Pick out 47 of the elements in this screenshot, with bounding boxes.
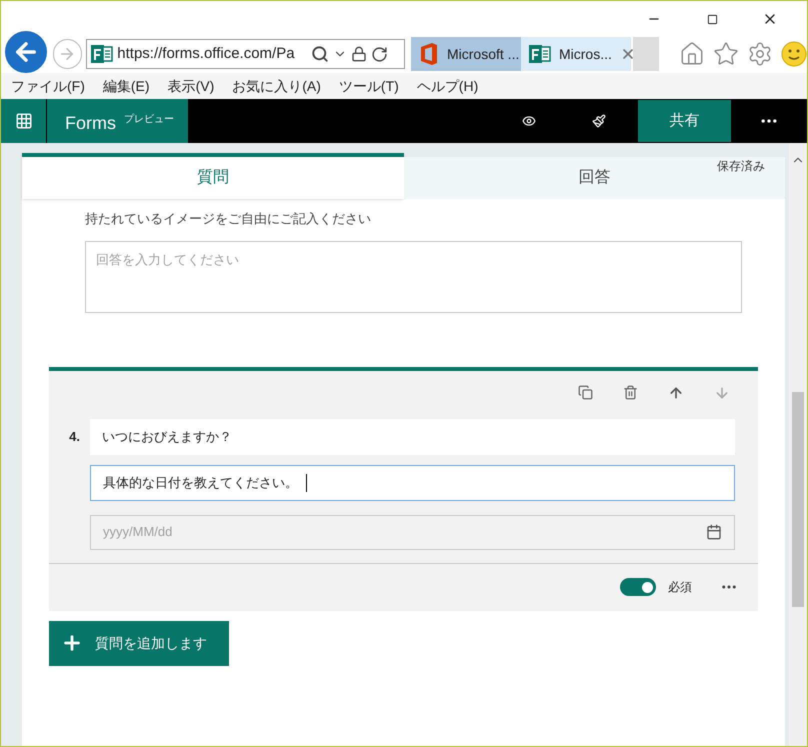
maximize-icon — [706, 14, 718, 24]
calendar-icon[interactable] — [706, 524, 722, 540]
address-text: https://forms.office.com/Pa — [117, 44, 296, 64]
question-number: 4. — [68, 428, 81, 446]
theme-brush-icon[interactable] — [592, 114, 606, 128]
preview-icon[interactable] — [522, 114, 536, 128]
refresh-icon[interactable] — [371, 46, 388, 62]
forms-logo-icon — [91, 43, 114, 65]
share-button[interactable]: 共有 — [638, 100, 731, 142]
smiley-icon[interactable] — [781, 41, 807, 67]
save-status: 保存済み — [717, 158, 765, 175]
address-bar[interactable]: https://forms.office.com/Pa — [86, 39, 405, 69]
answer-placeholder: 回答を入力してください — [96, 252, 239, 266]
search-icon[interactable] — [311, 45, 330, 63]
subtitle-field[interactable]: 具体的な日付を教えてください。 — [90, 464, 735, 500]
menu-item[interactable]: 表示(V) — [168, 76, 214, 96]
move-up-icon[interactable] — [668, 384, 684, 400]
browser-tab[interactable]: Microsoft ... — [411, 37, 521, 71]
lock-icon — [351, 46, 368, 62]
app-title: Forms — [65, 112, 116, 135]
tab-title: Micros... — [559, 44, 612, 64]
settings-icon[interactable] — [747, 41, 773, 67]
scrollbar-thumb[interactable] — [792, 392, 804, 607]
preview-label: プレビュー — [124, 112, 174, 127]
date-placeholder: yyyy/MM/dd — [103, 523, 172, 542]
copy-icon[interactable] — [578, 384, 593, 400]
browser-tab[interactable]: Micros... — [521, 37, 631, 71]
menu-item[interactable]: ツール(T) — [338, 76, 399, 96]
menu-item[interactable]: ファイル(F) — [11, 76, 85, 96]
home-icon[interactable] — [679, 41, 705, 67]
menu-item[interactable]: ヘルプ(H) — [416, 76, 478, 96]
menu-item[interactable]: 編集(E) — [102, 76, 150, 96]
app-launcher-button[interactable] — [1, 99, 47, 143]
question-title-field[interactable]: いつにおびえますか？ — [90, 418, 735, 454]
tab-title: Microsoft ... — [447, 44, 520, 64]
question-subtitle: 持たれているイメージをご自由にご記入ください — [85, 210, 372, 228]
required-label: 必須 — [668, 579, 692, 596]
delete-icon[interactable] — [623, 384, 638, 400]
forms-logo-icon — [529, 43, 551, 65]
favorites-icon[interactable] — [713, 41, 739, 67]
menu-item[interactable]: お気に入り(A) — [232, 76, 321, 96]
scrollbar[interactable] — [789, 143, 807, 746]
office-logo-icon — [419, 43, 439, 65]
add-question-button[interactable]: 質問を追加します — [49, 620, 229, 666]
required-toggle[interactable] — [620, 578, 656, 596]
form-tab[interactable]: 質問 — [22, 153, 404, 199]
grid-icon — [14, 112, 32, 130]
